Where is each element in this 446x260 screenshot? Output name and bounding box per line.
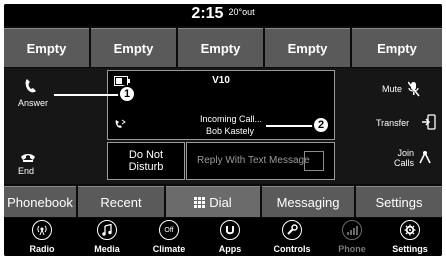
- bluetooth-phone-icon: [115, 119, 126, 128]
- favorite-slot-2[interactable]: Empty: [91, 28, 176, 67]
- radio-icon: [32, 220, 52, 240]
- time: 2:15: [191, 5, 224, 22]
- app-apps[interactable]: Apps: [200, 218, 260, 256]
- microphone-mute-icon: [408, 81, 420, 97]
- phone-signal-icon: [342, 220, 362, 240]
- tab-dial[interactable]: Dial: [166, 186, 260, 217]
- transfer-icon: [422, 114, 436, 130]
- incoming-call-label: Incoming Call...: [200, 114, 263, 124]
- favorite-slot-4[interactable]: Empty: [265, 28, 350, 67]
- end-call-button[interactable]: End: [18, 150, 58, 178]
- app-controls[interactable]: Controls: [262, 218, 322, 256]
- mute-button[interactable]: Mute: [376, 80, 436, 102]
- music-note-icon: [97, 220, 117, 240]
- tab-phonebook[interactable]: Phonebook: [4, 186, 76, 217]
- climate-off-icon: Off: [159, 220, 179, 240]
- join-calls-label: Join Calls: [393, 148, 414, 168]
- app-settings[interactable]: Settings: [380, 218, 440, 256]
- callout-2-leader: [266, 125, 314, 127]
- reply-text-button[interactable]: Reply With Text Message: [186, 142, 335, 180]
- end-label: End: [18, 166, 35, 176]
- phone-answer-icon: [25, 79, 36, 93]
- app-radio[interactable]: Radio: [12, 218, 72, 256]
- dnd-line-1: Do Not: [128, 149, 164, 161]
- main-menu-bar: Radio Media Off Climate Apps Controls Ph…: [4, 218, 442, 256]
- join-calls-icon: [419, 151, 431, 164]
- tab-settings[interactable]: Settings: [356, 186, 442, 217]
- outside-temperature: 20°out: [228, 7, 255, 17]
- transfer-button[interactable]: Transfer: [376, 114, 440, 136]
- callout-1: 1: [118, 85, 136, 103]
- phone-hangup-icon: [21, 154, 35, 162]
- app-media-label: Media: [94, 244, 120, 254]
- display-frame: 2:15 20°out Empty Empty Empty Empty Empty…: [4, 4, 442, 256]
- dnd-line-2: Disturb: [128, 161, 164, 173]
- app-settings-label: Settings: [392, 244, 428, 254]
- keypad-icon: [194, 196, 206, 208]
- join-calls-button[interactable]: Join Calls: [378, 146, 438, 172]
- tab-recent[interactable]: Recent: [78, 186, 164, 217]
- callout-1-leader: [54, 94, 120, 96]
- clock: 2:15 20°out: [4, 5, 442, 23]
- app-radio-label: Radio: [29, 244, 55, 254]
- callout-2: 2: [312, 116, 330, 134]
- reply-text-label: Reply With Text Message: [197, 155, 310, 166]
- device-name: V10: [212, 75, 230, 86]
- do-not-disturb-button[interactable]: Do Not Disturb: [107, 142, 185, 180]
- reply-checkbox[interactable]: [304, 151, 324, 171]
- transfer-label: Transfer: [376, 118, 410, 128]
- app-phone-label: Phone: [338, 244, 366, 254]
- favorite-slot-5[interactable]: Empty: [352, 28, 442, 67]
- status-bar: 2:15 20°out: [4, 4, 442, 26]
- app-controls-label: Controls: [273, 244, 311, 254]
- apps-icon: [220, 220, 240, 240]
- uconnect-screen: 2:15 20°out Empty Empty Empty Empty Empty…: [0, 0, 446, 260]
- app-media[interactable]: Media: [77, 218, 137, 256]
- app-climate-label: Climate: [152, 244, 186, 254]
- mute-label: Mute: [382, 84, 403, 94]
- incoming-call-panel: V10 Incoming Call... Bob Kastely: [107, 70, 335, 140]
- gear-icon: [400, 220, 420, 240]
- app-phone[interactable]: Phone: [322, 218, 382, 256]
- wrench-icon: [282, 220, 302, 240]
- answer-label: Answer: [18, 98, 49, 108]
- tab-messaging[interactable]: Messaging: [262, 186, 354, 217]
- favorite-slot-1[interactable]: Empty: [4, 28, 89, 67]
- caller-name: Bob Kastely: [206, 126, 255, 136]
- favorite-slot-3[interactable]: Empty: [178, 28, 263, 67]
- app-climate[interactable]: Off Climate: [139, 218, 199, 256]
- app-apps-label: Apps: [218, 244, 242, 254]
- tab-dial-label: Dial: [209, 194, 232, 210]
